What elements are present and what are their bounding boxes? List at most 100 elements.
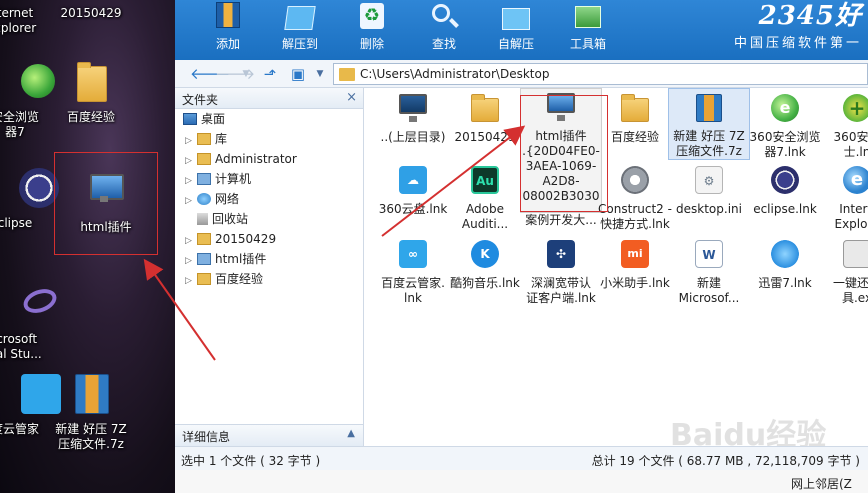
archive-icon [69,374,113,418]
word-document-icon: W [691,236,727,272]
desktop-icon-20150429[interactable]: 20150429 [48,6,134,21]
desktop-icon-label: ual Stu... [0,347,42,361]
details-pane-header[interactable]: 详细信息 ▲ [175,424,364,446]
file-name: 小米助手.lnk [600,276,670,290]
file-item-baidu-cloud[interactable]: ∞ 百度云管家. lnk [372,236,454,306]
tree-node-computer[interactable]: ▷ 计算机 [185,169,251,189]
computer-icon [84,172,128,216]
add-button-label: 添加 [215,37,240,51]
self-extract-button[interactable]: 自解压 [484,0,548,60]
file-item-thunder[interactable]: 迅雷7.lnk [744,236,826,291]
delete-button[interactable]: ♻ 删除 [340,0,404,60]
desktop-icon-html-plugin[interactable]: html插件 [63,172,149,235]
history-dropdown-icon[interactable]: ▼ [237,65,255,83]
desktop-icon-baidu-jingyan[interactable]: 百度经验 [48,62,134,125]
tree-node-desktop[interactable]: 桌面 [183,109,225,129]
file-name: 案例开发大... [525,213,597,227]
network-icon [197,193,211,205]
back-arrow-icon[interactable]: 🡐 [190,65,230,83]
add-button[interactable]: 添加 [196,0,260,60]
address-input[interactable]: C:\Users\Administrator\Desktop [333,63,868,85]
desktop-icon-eclipse[interactable]: clipse [0,168,59,231]
status-total: 总计 19 个文件 ( 68.77 MB , 72,118,709 字节 ) [591,454,860,468]
file-item-internet-explorer[interactable]: e Intern Explore [816,162,868,232]
details-pane-title: 详细信息 [182,430,231,444]
file-item-mi-assistant[interactable]: mi 小米助手.lnk [594,236,676,291]
tree-node-network[interactable]: ▷ 网络 [185,189,239,209]
tree-node-administrator[interactable]: ▷ Administrator [185,149,297,169]
desktop-icon-label: 百度经验 [66,110,115,124]
tree-node-recycle-bin[interactable]: 回收站 [197,209,248,229]
file-item-360-cloud[interactable]: ☁ 360云盘.lnk [372,162,454,217]
tree-node-baidu-jingyan[interactable]: ▷ 百度经验 [185,269,263,289]
toolbox-button-label: 工具箱 [569,37,606,51]
extract-to-button[interactable]: 解压到 [268,0,332,60]
tree-node-label: 百度经验 [215,272,264,286]
archive-icon [691,89,727,125]
forward-arrow-icon[interactable]: 🡒 [215,65,255,83]
view-dropdown-icon[interactable]: ▼ [311,65,329,83]
desktop-icon-visual-studio[interactable]: icrosoft ual Stu... [0,284,60,362]
recycle-bin-icon [197,213,208,225]
file-name: Explore [834,217,868,231]
file-item-20150429[interactable]: 20150429 [444,90,526,145]
annotation-box-file [520,95,608,212]
visual-studio-icon [0,284,60,328]
computer-icon [197,253,211,265]
desktop-icon-label: clipse [0,216,33,230]
file-item-case-dev[interactable]: 案例开发大... [520,213,602,228]
collapse-arrow-icon[interactable]: ▲ [347,428,355,439]
expand-arrow-icon[interactable]: ▷ [185,231,197,251]
file-item-one-key-restore[interactable]: 一键还原 具.ex [816,236,868,306]
tree-node-label: Administrator [215,152,297,166]
tree-node-label: 回收站 [212,212,249,226]
expand-arrow-icon[interactable]: ▷ [185,271,197,291]
file-item-kugou[interactable]: K 酷狗音乐.lnk [444,236,526,291]
folder-icon [197,153,211,165]
file-name: 迅雷7.lnk [758,276,812,290]
expand-arrow-icon[interactable]: ▷ [185,151,197,171]
file-name: 酷狗音乐.lnk [450,276,520,290]
expand-arrow-icon[interactable]: ▷ [185,191,197,211]
file-item-7z-archive[interactable]: 新建 好压 7Z 压缩文件.7z [668,88,750,160]
desktop-icon-7z-archive[interactable]: 新建 好压 7Z 压缩文件.7z [48,374,134,452]
file-item-desktop-ini[interactable]: ⚙ desktop.ini [668,162,750,217]
folder-icon [339,68,355,81]
file-name: Auditi... [461,217,509,231]
file-item-360-browser[interactable]: e 360安全浏览 器7.lnk [744,90,826,160]
view-mode-icon[interactable]: ▣ [289,65,307,83]
file-item-parent-dir[interactable]: ..(上层目录) [372,90,454,145]
up-folder-icon[interactable]: ⬏ [261,65,279,83]
tree-node-library[interactable]: ▷ 库 [185,129,227,149]
status-selection: 选中 1 个文件 ( 32 字节 ) [181,454,321,468]
expand-arrow-icon[interactable]: ▷ [185,251,197,271]
find-button[interactable]: 查找 [412,0,476,60]
folder-icon [197,273,211,285]
file-item-adobe-audition[interactable]: Au Adobe Auditi... [444,162,526,232]
file-item-new-word-doc[interactable]: W 新建 Microsof... [668,236,750,306]
tree-node-20150429[interactable]: ▷ 20150429 [185,229,276,249]
file-item-360-safe[interactable]: + 360安全 士.ln [816,90,868,160]
tree-node-label: 计算机 [215,172,252,186]
file-name: ..(上层目录) [380,130,446,144]
desktop-icon-label: 新建 好压 7Z [55,422,127,436]
eclipse-icon [0,168,59,212]
add-archive-icon [211,2,245,32]
desktop-icon-label: 压缩文件.7z [58,437,124,451]
expand-arrow-icon[interactable]: ▷ [185,131,197,151]
tree-node-html-plugin[interactable]: ▷ html插件 [185,249,266,269]
toolbox-button[interactable]: 工具箱 [556,0,620,60]
ie-icon: e [839,162,868,198]
expand-arrow-icon[interactable]: ▷ [185,171,197,191]
tree-node-label: 20150429 [215,232,277,246]
address-bar: 🡐 🡒 ▼ ⬏ ▣ ▼ C:\Users\Administrator\Deskt… [175,60,868,88]
file-name: 360云盘.lnk [378,202,448,216]
monitor-icon [395,90,431,126]
self-extract-button-label: 自解压 [497,37,534,51]
computer-icon [197,173,211,185]
file-name: Adobe [466,202,504,216]
file-item-broadband-client[interactable]: ✣ 深澜宽带认 证客户端.lnk [520,236,602,306]
file-item-eclipse[interactable]: eclipse.lnk [744,162,826,217]
close-icon[interactable]: × [346,90,357,105]
desktop-icon-label: icrosoft [0,332,38,346]
